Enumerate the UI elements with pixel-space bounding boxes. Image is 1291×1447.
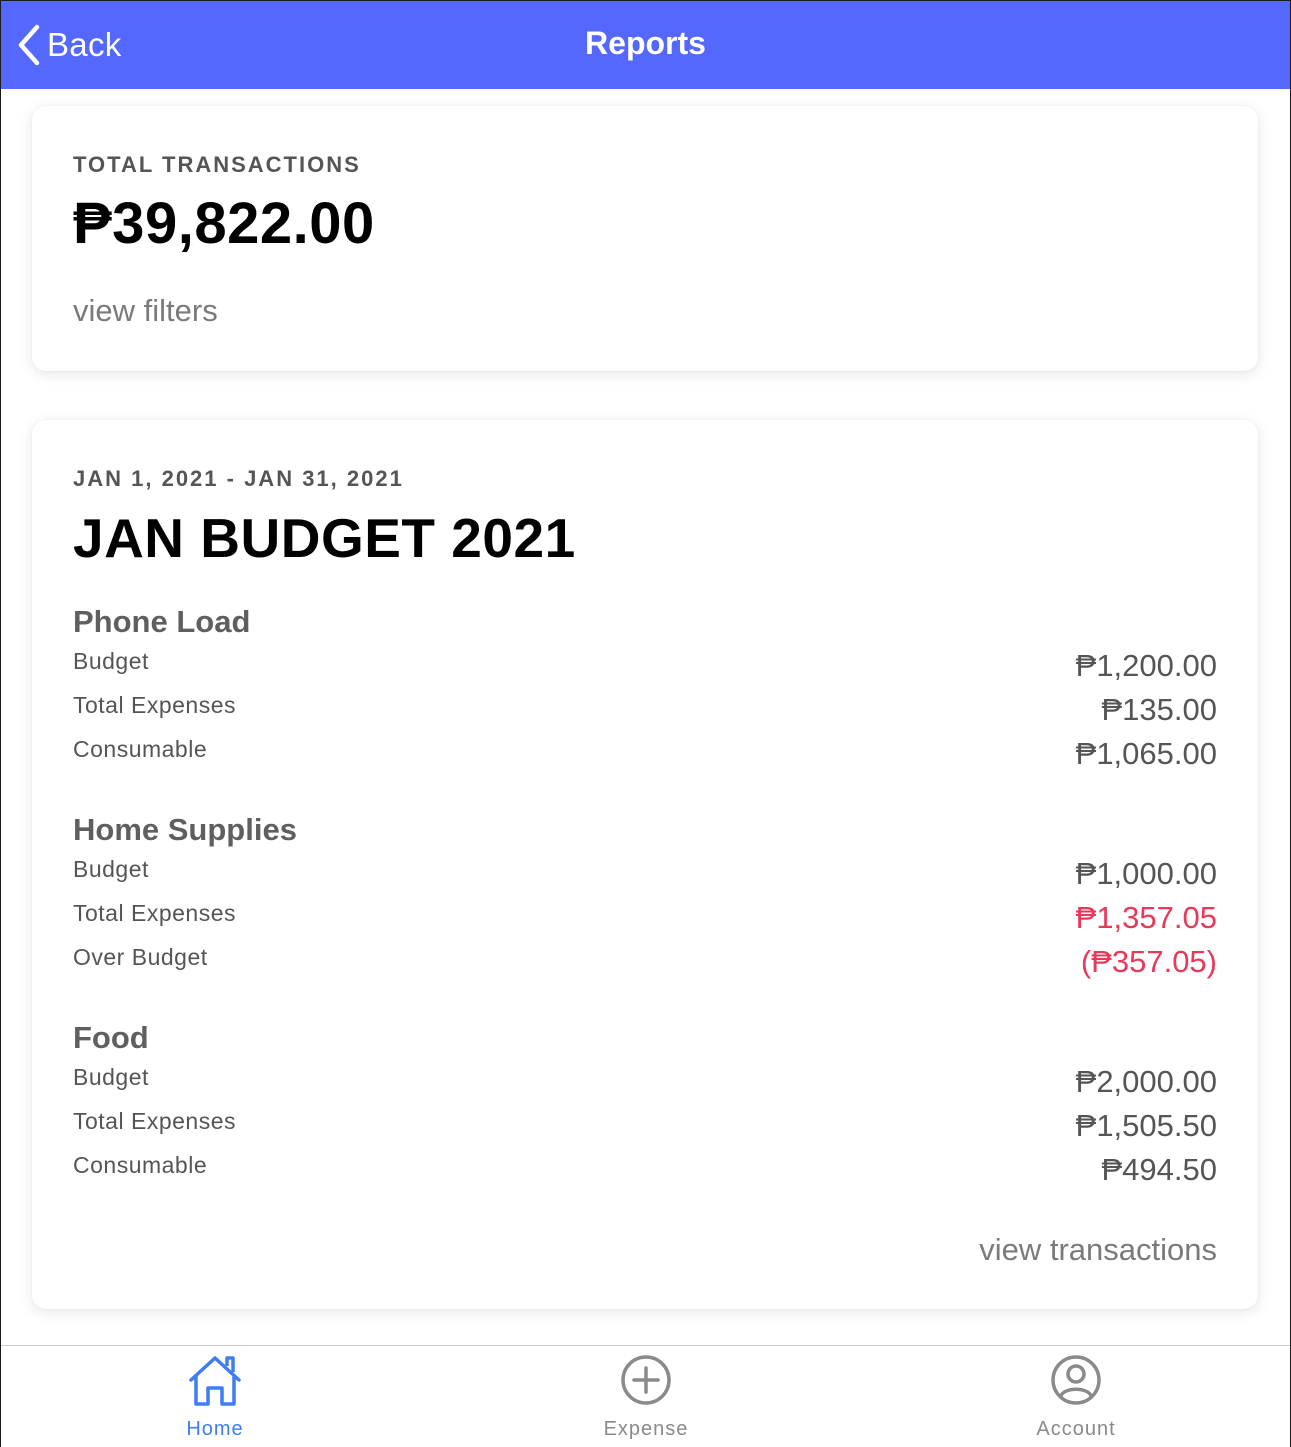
total-transactions-label: TOTAL TRANSACTIONS <box>73 152 361 177</box>
row-label: Total Expenses <box>73 1108 236 1134</box>
tab-home[interactable]: Home <box>115 1346 315 1446</box>
row-label: Total Expenses <box>73 692 236 718</box>
row-value-over: (₱357.05) <box>1080 944 1217 979</box>
category-name: Food <box>73 1020 149 1055</box>
tab-account[interactable]: Account <box>976 1346 1176 1446</box>
report-content[interactable]: TOTAL TRANSACTIONS ₱39,822.00 view filte… <box>1 89 1290 1347</box>
row-value: ₱1,065.00 <box>1075 736 1217 771</box>
row-label: Total Expenses <box>73 900 236 926</box>
row-value: ₱494.50 <box>1101 1152 1218 1187</box>
reports-screen: Back Reports TOTAL TRANSACTIONS ₱39,822.… <box>0 0 1291 1447</box>
row-value: ₱1,505.50 <box>1075 1108 1217 1143</box>
row-value: ₱135.00 <box>1101 692 1218 727</box>
category-name: Phone Load <box>73 604 251 639</box>
category-phone-load: Phone Load Budget ₱1,200.00 Total Expens… <box>73 604 1217 774</box>
row-label: Budget <box>73 1064 149 1090</box>
category-food: Food Budget ₱2,000.00 Total Expenses ₱1,… <box>73 1020 1217 1190</box>
tab-bar: Home Expense Account <box>1 1345 1290 1447</box>
view-filters-link[interactable]: view filters <box>73 293 218 329</box>
total-transactions-card: TOTAL TRANSACTIONS ₱39,822.00 view filte… <box>32 106 1258 371</box>
budget-title: JAN BUDGET 2021 <box>73 507 576 569</box>
navigation-bar: Back Reports <box>1 1 1290 89</box>
row-label: Over Budget <box>73 944 208 970</box>
page-title: Reports <box>585 25 706 61</box>
row-label: Consumable <box>73 736 208 762</box>
tab-label: Account <box>1036 1418 1116 1440</box>
tab-label: Expense <box>603 1418 689 1440</box>
total-transactions-amount: ₱39,822.00 <box>73 191 375 256</box>
view-transactions-link[interactable]: view transactions <box>979 1232 1217 1268</box>
row-label: Consumable <box>73 1152 208 1178</box>
row-value: ₱1,000.00 <box>1075 856 1217 891</box>
category-name: Home Supplies <box>73 812 297 847</box>
row-value: ₱2,000.00 <box>1075 1064 1217 1099</box>
row-label: Budget <box>73 856 149 882</box>
budget-date-range: JAN 1, 2021 - JAN 31, 2021 <box>73 466 404 491</box>
tab-expense[interactable]: Expense <box>546 1346 746 1446</box>
row-value-over: ₱1,357.05 <box>1075 900 1217 935</box>
budget-card: JAN 1, 2021 - JAN 31, 2021 JAN BUDGET 20… <box>32 420 1258 1309</box>
row-value: ₱1,200.00 <box>1075 648 1217 683</box>
category-home-supplies: Home Supplies Budget ₱1,000.00 Total Exp… <box>73 812 1217 982</box>
tab-label: Home <box>186 1418 244 1440</box>
row-label: Budget <box>73 648 149 674</box>
